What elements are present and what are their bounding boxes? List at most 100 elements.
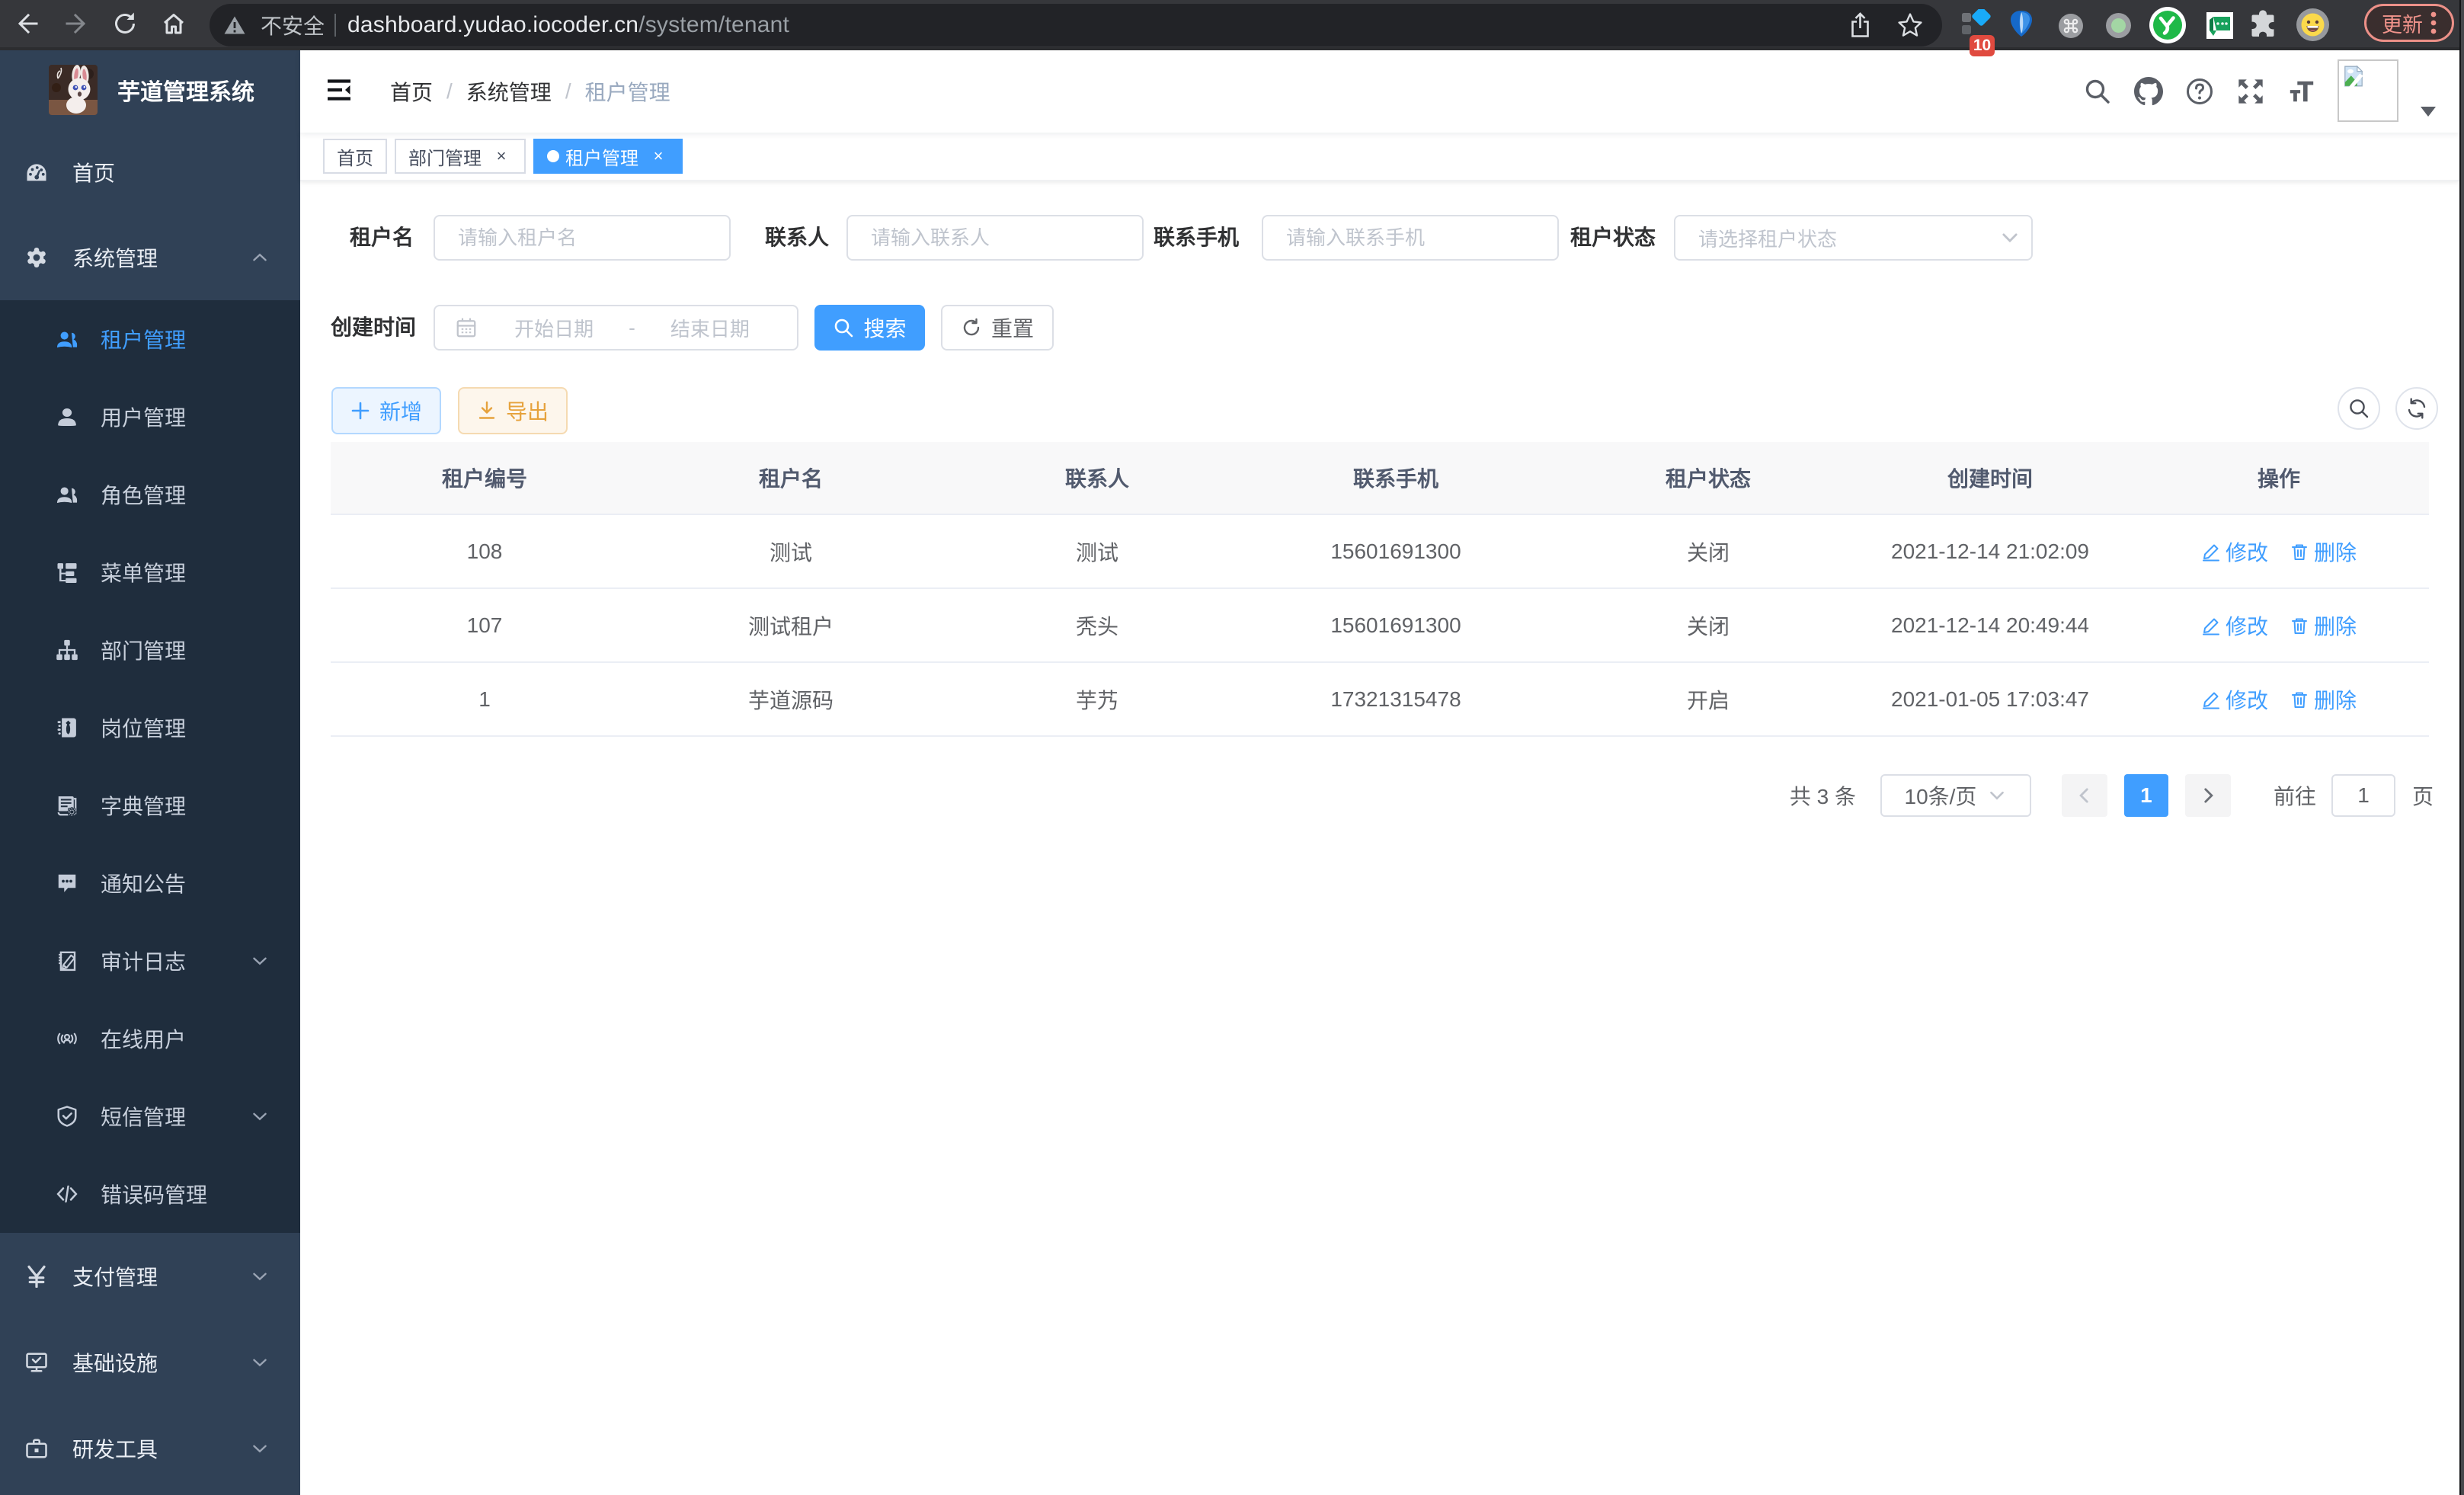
page-size-select[interactable]: 10条/页: [1880, 774, 2031, 817]
search-icon: [833, 317, 854, 338]
tenant-name-input[interactable]: [435, 216, 729, 259]
goto-page-field: [2331, 774, 2395, 817]
sidebar-item-notice[interactable]: 通知公告: [0, 844, 300, 922]
extension-y-icon[interactable]: [2149, 7, 2186, 43]
breadcrumb-home[interactable]: 首页: [390, 76, 433, 107]
cell-status: 开启: [1541, 663, 1876, 735]
table-row[interactable]: 107 测试租户 秃头 15601691300 关闭 2021-12-14 20…: [331, 589, 2429, 663]
sidebar-item-audit-log[interactable]: 审计日志: [0, 922, 300, 1000]
chevron-right-icon: [2198, 786, 2218, 805]
cell-mobile: 17321315478: [1251, 663, 1541, 735]
add-button[interactable]: 新增: [331, 387, 441, 434]
sidebar-item-label: 首页: [72, 157, 115, 187]
sidebar-item-user[interactable]: 用户管理: [0, 378, 300, 456]
sidebar-item-pay[interactable]: 支付管理: [0, 1233, 300, 1319]
cell-status: 关闭: [1541, 589, 1876, 661]
sidebar-item-online-user[interactable]: 在线用户: [0, 1000, 300, 1077]
sidebar-item-infra[interactable]: 基础设施: [0, 1319, 300, 1405]
delete-link[interactable]: 删除: [2290, 536, 2357, 567]
edit-link[interactable]: 修改: [2201, 684, 2268, 715]
reset-button[interactable]: 重置: [941, 305, 1054, 351]
column-header[interactable]: 创建时间: [1876, 442, 2104, 514]
chevron-up-icon: [250, 248, 270, 267]
refresh-table-button[interactable]: [2395, 387, 2438, 430]
sidebar-item-tenant[interactable]: 租户管理: [0, 300, 300, 378]
sidebar-item-dept[interactable]: 部门管理: [0, 611, 300, 689]
tab-close-icon[interactable]: ×: [648, 146, 669, 167]
status-select-placeholder: 请选择租户状态: [1675, 224, 1999, 252]
column-header[interactable]: 联系手机: [1251, 442, 1541, 514]
tree-table-icon: [56, 561, 78, 584]
sidebar-item-system[interactable]: 系统管理: [0, 215, 300, 300]
sidebar-item-sms[interactable]: 短信管理: [0, 1077, 300, 1155]
font-size-icon[interactable]: [2287, 77, 2316, 106]
fullscreen-icon[interactable]: [2236, 77, 2265, 106]
dict-icon: [56, 794, 78, 817]
extension-paraglider-icon[interactable]: [2011, 11, 2032, 40]
tags-view-bar: 首页 部门管理 × 租户管理 ×: [300, 133, 2459, 181]
sidebar-toggle-icon[interactable]: [326, 77, 352, 103]
sidebar-item-label: 系统管理: [72, 242, 158, 273]
sidebar-item-devtools[interactable]: 研发工具: [0, 1405, 300, 1491]
tab-dept[interactable]: 部门管理 ×: [395, 139, 526, 174]
status-select[interactable]: 请选择租户状态: [1674, 215, 2033, 261]
tab-close-icon[interactable]: ×: [491, 146, 512, 167]
sidebar-item-menu[interactable]: 菜单管理: [0, 533, 300, 611]
date-start-placeholder[interactable]: 开始日期: [482, 314, 626, 342]
sidebar-logo[interactable]: 芋道管理系统: [0, 50, 300, 130]
sidebar-item-label: 研发工具: [72, 1433, 158, 1464]
column-header[interactable]: 联系人: [943, 442, 1251, 514]
extension-chat-icon[interactable]: [2206, 12, 2233, 39]
extension-tag-assistant-icon[interactable]: 10: [1961, 9, 1996, 44]
trash-icon: [2290, 616, 2309, 635]
user-icon: [56, 405, 78, 428]
profile-avatar-icon[interactable]: [2296, 8, 2329, 41]
page-number-1[interactable]: 1: [2124, 774, 2168, 817]
extension-command-icon[interactable]: [2059, 14, 2083, 38]
extension-recorder-icon[interactable]: [2106, 13, 2131, 38]
date-range-picker[interactable]: 开始日期 - 结束日期: [434, 305, 798, 351]
next-page-button[interactable]: [2185, 774, 2231, 817]
sidebar-item-dict[interactable]: 字典管理: [0, 767, 300, 844]
delete-link[interactable]: 删除: [2290, 684, 2357, 715]
show-search-toggle-button[interactable]: [2338, 387, 2380, 430]
filter-label-mobile: 联系手机: [1154, 215, 1239, 261]
sidebar-item-post[interactable]: 岗位管理: [0, 689, 300, 767]
contact-input[interactable]: [848, 216, 1142, 259]
header-search-icon[interactable]: [2083, 77, 2112, 106]
user-avatar[interactable]: [2338, 50, 2437, 133]
breadcrumb-system[interactable]: 系统管理: [466, 76, 552, 107]
mobile-input[interactable]: [1263, 216, 1557, 259]
github-icon[interactable]: [2134, 77, 2163, 106]
post-icon: [56, 716, 78, 739]
tab-tenant[interactable]: 租户管理 ×: [533, 139, 683, 174]
sidebar-item-label: 支付管理: [72, 1261, 158, 1292]
delete-link[interactable]: 删除: [2290, 610, 2357, 641]
extensions-row: 10: [0, 0, 2464, 50]
extensions-puzzle-icon[interactable]: [2248, 9, 2278, 40]
date-end-placeholder[interactable]: 结束日期: [638, 314, 782, 342]
sidebar-item-label: 审计日志: [101, 946, 186, 976]
cell-tenant-id: 1: [331, 663, 638, 735]
tab-home[interactable]: 首页: [323, 139, 387, 174]
sidebar: 芋道管理系统 首页 系统管理 租户管理 用户管理 角色管理 菜单管理 部门管理: [0, 50, 300, 1495]
goto-page-input[interactable]: [2333, 776, 2394, 815]
sidebar-item-home[interactable]: 首页: [0, 130, 300, 215]
prev-page-button[interactable]: [2062, 774, 2107, 817]
search-button[interactable]: 搜索: [814, 305, 925, 351]
tenant-name-field: [434, 215, 731, 261]
table-row[interactable]: 108 测试 测试 15601691300 关闭 2021-12-14 21:0…: [331, 515, 2429, 589]
edit-pencil-icon: [2201, 690, 2221, 709]
column-header[interactable]: 租户名: [638, 442, 943, 514]
browser-update-button[interactable]: 更新: [2364, 4, 2454, 42]
column-header[interactable]: 租户状态: [1541, 442, 1876, 514]
sidebar-item-error-code[interactable]: 错误码管理: [0, 1155, 300, 1233]
edit-link[interactable]: 修改: [2201, 536, 2268, 567]
column-header[interactable]: 操作: [2104, 442, 2403, 514]
edit-link[interactable]: 修改: [2201, 610, 2268, 641]
table-row[interactable]: 1 芋道源码 芋艿 17321315478 开启 2021-01-05 17:0…: [331, 663, 2429, 737]
export-button[interactable]: 导出: [458, 387, 568, 434]
sidebar-item-role[interactable]: 角色管理: [0, 456, 300, 533]
column-header[interactable]: 租户编号: [331, 442, 638, 514]
help-icon[interactable]: [2185, 77, 2214, 106]
